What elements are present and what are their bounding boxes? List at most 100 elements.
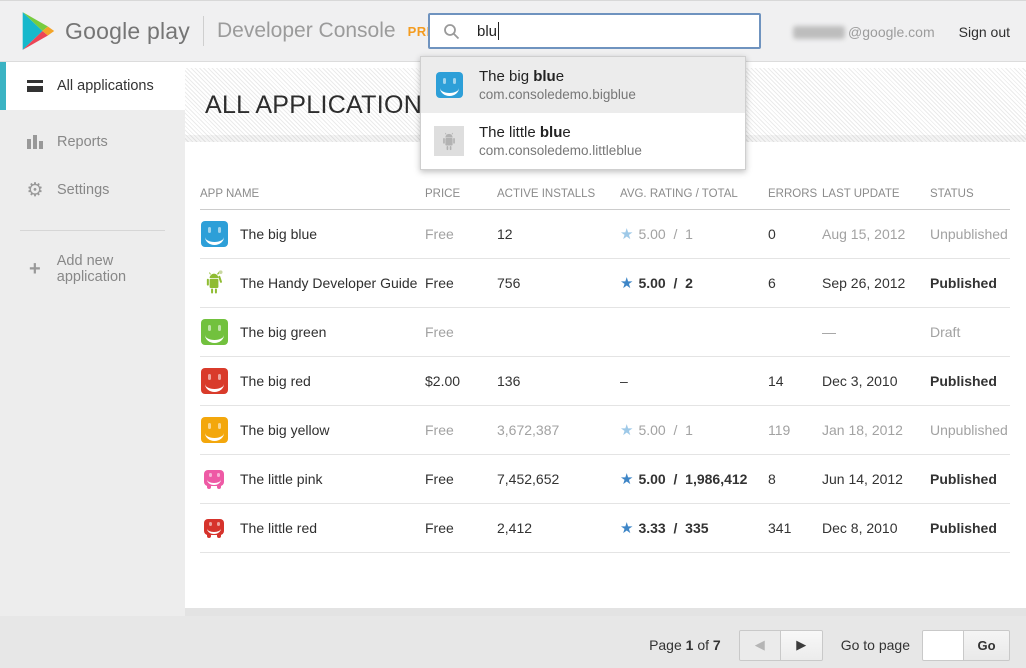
last-update-cell: Aug 15, 2012 <box>822 226 930 242</box>
installs-cell: 12 <box>497 226 620 242</box>
col-header-app-name: APP NAME <box>200 188 425 200</box>
sign-out-link[interactable]: Sign out <box>959 24 1010 40</box>
installs-cell: 2,412 <box>497 520 620 536</box>
star-icon: ★ <box>620 422 633 439</box>
star-icon: ★ <box>620 275 633 292</box>
page-status: Page 1 of 7 <box>649 637 721 653</box>
status-badge: Published <box>930 520 1010 536</box>
errors-cell: 8 <box>768 471 822 487</box>
status-badge: Published <box>930 275 1010 291</box>
col-header-status: STATUS <box>930 188 1010 200</box>
go-to-page-group: Go <box>922 630 1010 661</box>
arrow-right-icon: ▶ <box>796 637 806 653</box>
errors-cell: 6 <box>768 275 822 291</box>
table-row[interactable]: The Handy Developer Guide Free 756 ★5.00… <box>200 259 1010 308</box>
status-badge: Unpublished <box>930 422 1010 438</box>
status-badge: Published <box>930 471 1010 487</box>
table-row[interactable]: The big blue Free 12 ★5.00 / 1 0 Aug 15,… <box>200 210 1010 259</box>
sidebar-item-settings[interactable]: ⚙ Settings <box>0 166 185 214</box>
search-query-text: blu <box>477 23 497 40</box>
table-row[interactable]: The big yellow Free 3,672,387 ★5.00 / 1 … <box>200 406 1010 455</box>
sidebar-divider <box>20 230 165 231</box>
col-header-price: PRICE <box>425 188 497 200</box>
rating-cell: – <box>620 373 768 389</box>
next-page-button[interactable]: ▶ <box>781 631 822 660</box>
previous-page-button[interactable]: ◀ <box>740 631 781 660</box>
topbar-divider <box>203 16 204 46</box>
android-icon <box>440 131 458 152</box>
status-badge: Draft <box>930 324 1010 340</box>
col-header-last-update: LAST UPDATE <box>822 188 930 200</box>
rating-cell: ★5.00 / 1 <box>620 225 768 243</box>
account-email-domain: @google.com <box>848 24 935 40</box>
app-icon-smiley <box>204 519 224 535</box>
installs-cell: 136 <box>497 373 620 389</box>
sidebar-item-all-applications[interactable]: All applications <box>0 62 185 110</box>
android-icon <box>203 270 225 296</box>
suggestion-package: com.consoledemo.littleblue <box>479 143 642 158</box>
table-row[interactable]: The big green Free — Draft <box>200 308 1010 357</box>
errors-cell: 0 <box>768 226 822 242</box>
redacted-email-username <box>793 26 845 39</box>
app-name-link[interactable]: The little red <box>240 520 317 536</box>
rating-cell: ★5.00 / 2 <box>620 274 768 292</box>
installs-cell: 3,672,387 <box>497 422 620 438</box>
logo-text: Google play <box>65 18 190 45</box>
price-cell: Free <box>425 324 497 340</box>
col-header-avg-rating: AVG. RATING / TOTAL <box>620 188 768 200</box>
errors-cell: 119 <box>768 422 822 438</box>
star-icon: ★ <box>620 471 633 488</box>
suggestion-title: The little blue <box>479 124 642 141</box>
go-button[interactable]: Go <box>963 631 1009 660</box>
rating-cell: ★5.00 / 1,986,412 <box>620 470 768 488</box>
app-name-link[interactable]: The big yellow <box>240 422 330 438</box>
search-input[interactable]: blu <box>428 13 761 49</box>
arrow-left-icon: ◀ <box>755 637 765 653</box>
go-to-page-label: Go to page <box>841 637 910 653</box>
app-name-link[interactable]: The Handy Developer Guide <box>240 275 417 291</box>
sidebar-item-reports[interactable]: Reports <box>0 118 185 166</box>
price-cell: Free <box>425 226 497 242</box>
status-badge: Unpublished <box>930 226 1010 242</box>
sidebar-item-label: Add new application <box>57 253 185 285</box>
app-name-link[interactable]: The little pink <box>240 471 322 487</box>
app-name-link[interactable]: The big green <box>240 324 326 340</box>
rating-cell: ★5.00 / 1 <box>620 421 768 439</box>
applications-table: APP NAME PRICE ACTIVE INSTALLS AVG. RATI… <box>200 188 1010 553</box>
price-cell: Free <box>425 422 497 438</box>
table-footer: Page 1 of 7 ◀ ▶ Go to page Go <box>200 622 1010 668</box>
installs-cell: 7,452,652 <box>497 471 620 487</box>
page-title: ALL APPLICATIONS <box>205 91 439 120</box>
app-icon-smiley <box>201 417 228 443</box>
app-name-link[interactable]: The big blue <box>240 226 317 242</box>
star-icon: ★ <box>620 520 633 537</box>
suggestion-the-little-blue[interactable]: The little blue com.consoledemo.littlebl… <box>421 113 745 169</box>
installs-cell: 756 <box>497 275 620 291</box>
last-update-cell: Jan 18, 2012 <box>822 422 930 438</box>
errors-cell: 14 <box>768 373 822 389</box>
table-row[interactable]: The big red $2.00 136 – 14 Dec 3, 2010 P… <box>200 357 1010 406</box>
gear-icon: ⚙ <box>25 181 45 199</box>
table-row[interactable]: The little red Free 2,412 ★3.33 / 335 34… <box>200 504 1010 553</box>
table-row[interactable]: The little pink Free 7,452,652 ★5.00 / 1… <box>200 455 1010 504</box>
app-name-link[interactable]: The big red <box>240 373 311 389</box>
console-title: Developer Console <box>217 19 396 43</box>
star-icon: ★ <box>620 226 633 243</box>
plus-icon: + <box>25 262 45 276</box>
pagination-arrows: ◀ ▶ <box>739 630 823 661</box>
sidebar-item-add-new-application[interactable]: + Add new application <box>0 245 185 293</box>
sidebar-item-label: Settings <box>57 182 109 198</box>
table-header-row: APP NAME PRICE ACTIVE INSTALLS AVG. RATI… <box>200 188 1010 210</box>
last-update-cell: Dec 8, 2010 <box>822 520 930 536</box>
sidebar-item-label: All applications <box>57 78 154 94</box>
suggestion-the-big-blue[interactable]: The big blue com.consoledemo.bigblue <box>421 57 745 113</box>
app-icon-smiley <box>201 221 228 247</box>
app-icon-smiley <box>204 470 224 486</box>
suggestion-title: The big blue <box>479 68 636 85</box>
sidebar-item-label: Reports <box>57 134 108 150</box>
sidebar: All applications Reports ⚙ Settings + Ad… <box>0 62 185 616</box>
page-number-input[interactable] <box>923 631 963 660</box>
play-triangle-icon <box>20 11 56 51</box>
last-update-cell: Sep 26, 2012 <box>822 275 930 291</box>
search-icon <box>443 23 460 40</box>
